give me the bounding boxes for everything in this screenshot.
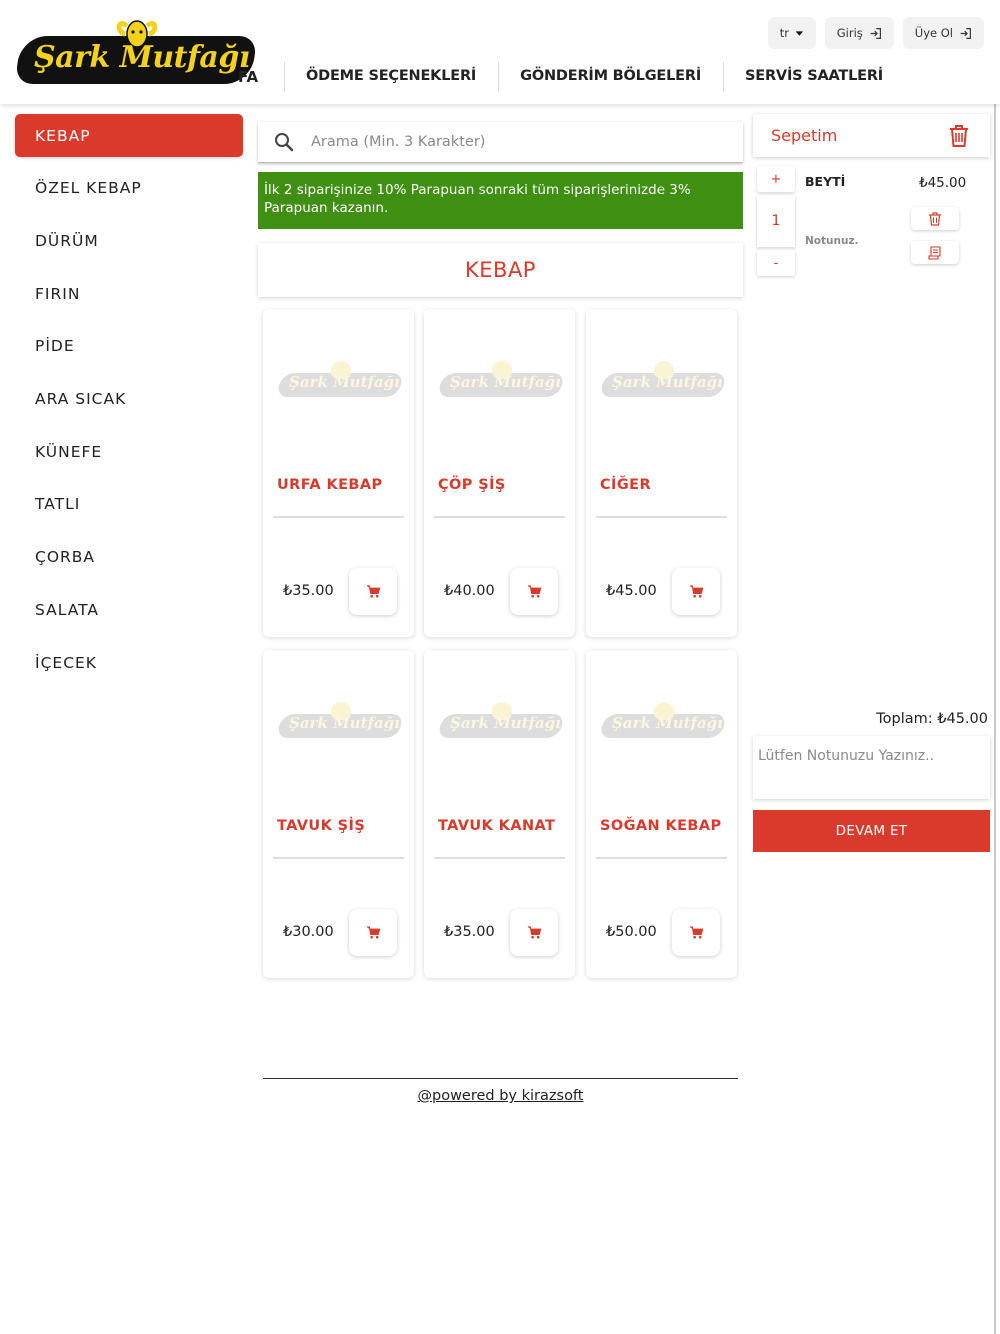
cart-icon	[689, 926, 703, 939]
product-image-placeholder: Şark Mutfağı	[438, 361, 564, 403]
nav-item-delivery-areas[interactable]: GÖNDERİM BÖLGELERİ	[498, 62, 723, 92]
language-label: tr	[779, 26, 790, 40]
product-name: CİĞER	[600, 477, 652, 493]
category-tatli[interactable]: TATLI	[15, 478, 243, 531]
divider	[273, 857, 404, 859]
login-button[interactable]: Giriş	[824, 17, 894, 49]
add-to-cart-button[interactable]	[349, 909, 397, 956]
register-button[interactable]: Üye Ol	[902, 17, 984, 49]
brand-logo[interactable]: Şark Mutfağı	[14, 14, 258, 88]
product-name: TAVUK ŞİŞ	[277, 818, 366, 834]
product-price: ₺45.00	[606, 583, 657, 599]
trash-icon	[929, 211, 941, 226]
section-title: KEBAP	[258, 243, 743, 297]
cart-icon	[689, 585, 703, 598]
cart-icon	[366, 926, 380, 939]
main-nav: ÖDEME SEÇENEKLERİ GÖNDERİM BÖLGELERİ SER…	[284, 62, 905, 92]
product-price: ₺40.00	[444, 583, 495, 599]
product-image-placeholder: Şark Mutfağı	[438, 702, 564, 744]
register-label: Üye Ol	[914, 26, 953, 40]
scrollbar[interactable]	[994, 104, 996, 1334]
category-ara-sicak[interactable]: ARA SICAK	[15, 373, 243, 426]
category-pide[interactable]: PİDE	[15, 320, 243, 373]
category-ozel-kebap[interactable]: ÖZEL KEBAP	[15, 162, 243, 215]
decrease-quantity-button[interactable]: -	[757, 250, 795, 276]
search-input[interactable]	[311, 134, 711, 150]
login-label: Giriş	[836, 26, 863, 40]
footer-powered-by-link[interactable]: @powered by kirazsoft	[263, 1088, 738, 1104]
product-image-placeholder: Şark Mutfağı	[600, 702, 726, 744]
sign-in-icon	[960, 27, 971, 39]
basket-panel: Sepetim + 1 - BEYTİ ₺45.00 Notunuz. Topl…	[753, 114, 990, 852]
cart-icon	[527, 926, 541, 939]
divider	[434, 516, 565, 518]
caret-down-icon	[795, 30, 804, 36]
add-to-cart-button[interactable]	[672, 909, 720, 956]
product-image-placeholder: Şark Mutfağı	[600, 361, 726, 403]
category-corba[interactable]: ÇORBA	[15, 531, 243, 584]
product-price: ₺35.00	[283, 583, 334, 599]
search-bar	[258, 122, 743, 163]
add-to-cart-button[interactable]	[510, 909, 558, 956]
order-note-input[interactable]	[753, 736, 990, 799]
cart-icon	[366, 585, 380, 598]
basket-item-price: ₺45.00	[919, 175, 967, 191]
category-kebap[interactable]: KEBAP	[15, 114, 243, 157]
product-price: ₺30.00	[283, 924, 334, 940]
search-icon	[275, 133, 294, 152]
add-to-cart-button[interactable]	[349, 568, 397, 615]
product-card[interactable]: Şark Mutfağı SOĞAN KEBAP ₺50.00	[586, 650, 737, 978]
cart-icon	[527, 585, 541, 598]
product-image-placeholder: Şark Mutfağı	[277, 361, 403, 403]
divider	[596, 516, 727, 518]
quantity-stepper: + 1 -	[757, 166, 795, 276]
product-card[interactable]: Şark Mutfağı URFA KEBAP ₺35.00	[263, 309, 414, 637]
product-price: ₺35.00	[444, 924, 495, 940]
receipt-icon	[928, 245, 941, 260]
nav-item-service-hours[interactable]: SERVİS SAATLERİ	[723, 62, 905, 92]
product-card[interactable]: Şark Mutfağı TAVUK ŞİŞ ₺30.00	[263, 650, 414, 978]
sign-in-icon	[870, 27, 881, 39]
increase-quantity-button[interactable]: +	[757, 166, 795, 192]
product-name: SOĞAN KEBAP	[600, 818, 722, 834]
basket-item-name: BEYTİ	[805, 174, 846, 189]
category-firin[interactable]: FIRIN	[15, 267, 243, 320]
category-kunefe[interactable]: KÜNEFE	[15, 425, 243, 478]
divider	[273, 516, 404, 518]
logo-text: Şark Mutfağı	[34, 40, 250, 75]
trash-icon[interactable]	[948, 124, 970, 148]
add-to-cart-button[interactable]	[672, 568, 720, 615]
category-durum[interactable]: DÜRÜM	[15, 215, 243, 268]
divider	[596, 857, 727, 859]
basket-header: Sepetim	[753, 114, 990, 157]
promo-banner: İlk 2 siparişinize 10% Parapuan sonraki …	[258, 172, 743, 229]
category-sidebar: KEBAP ÖZEL KEBAP DÜRÜM FIRIN PİDE ARA SI…	[15, 114, 243, 689]
category-salata[interactable]: SALATA	[15, 584, 243, 637]
account-buttons: tr Giriş Üye Ol	[767, 17, 984, 49]
quantity-value: 1	[757, 195, 795, 247]
edit-note-button[interactable]	[911, 241, 959, 264]
divider	[434, 857, 565, 859]
nav-item-partial[interactable]: FA	[238, 68, 258, 86]
basket-total: Toplam: ₺45.00	[876, 711, 988, 727]
basket-title: Sepetim	[771, 126, 838, 145]
basket-item-note: Notunuz.	[805, 235, 859, 247]
product-name: ÇÖP ŞİŞ	[438, 477, 506, 493]
nav-item-payment-options[interactable]: ÖDEME SEÇENEKLERİ	[284, 62, 498, 92]
continue-button[interactable]: DEVAM ET	[753, 810, 990, 852]
product-card[interactable]: Şark Mutfağı CİĞER ₺45.00	[586, 309, 737, 637]
product-image-placeholder: Şark Mutfağı	[277, 702, 403, 744]
add-to-cart-button[interactable]	[510, 568, 558, 615]
product-name: URFA KEBAP	[277, 477, 383, 493]
product-card[interactable]: Şark Mutfağı TAVUK KANAT ₺35.00	[424, 650, 575, 978]
header: Şark Mutfağı FA ÖDEME SEÇENEKLERİ GÖNDER…	[0, 0, 1000, 104]
footer-divider	[263, 1078, 738, 1079]
product-name: TAVUK KANAT	[438, 818, 556, 834]
category-icecek[interactable]: İÇECEK	[15, 636, 243, 689]
language-select[interactable]: tr	[767, 17, 816, 49]
remove-item-button[interactable]	[911, 207, 959, 230]
product-card[interactable]: Şark Mutfağı ÇÖP ŞİŞ ₺40.00	[424, 309, 575, 637]
product-price: ₺50.00	[606, 924, 657, 940]
